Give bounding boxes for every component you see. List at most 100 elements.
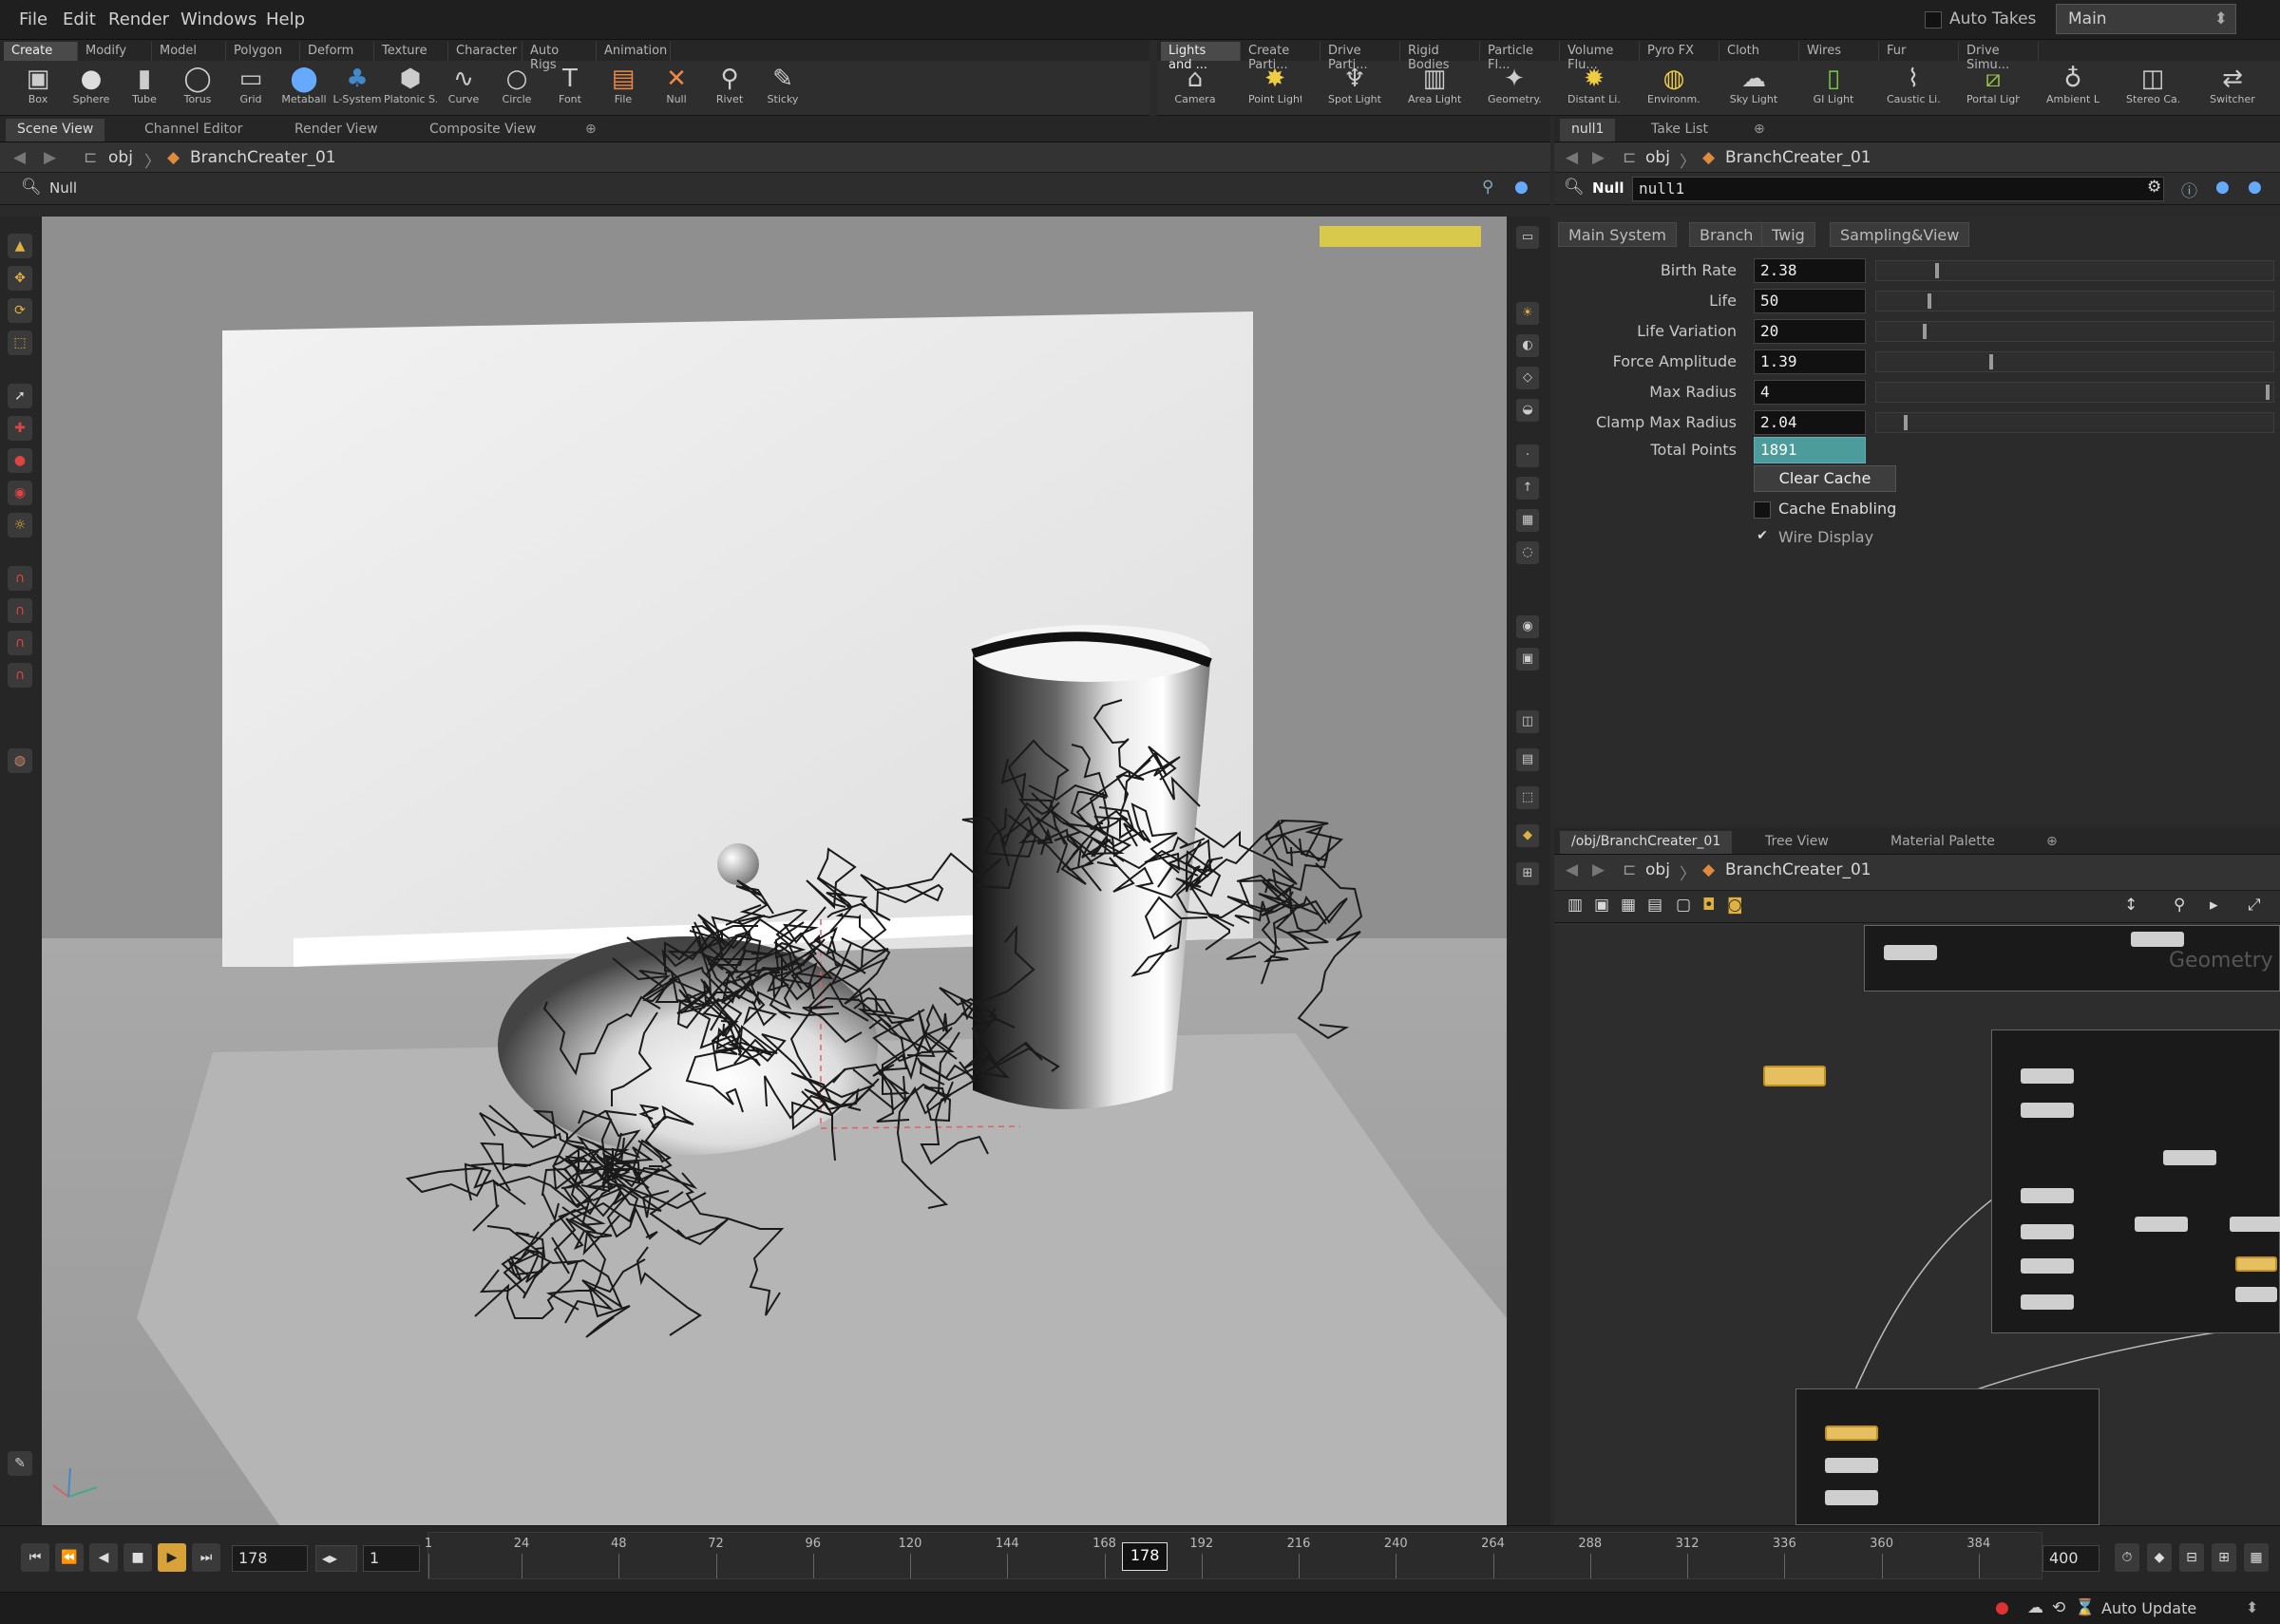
help-icon[interactable]: ● — [2215, 178, 2230, 197]
search-icon[interactable]: 🔍︎ — [21, 178, 42, 197]
shape-palette-icon[interactable]: ◙ — [1727, 896, 1743, 915]
search-icon[interactable]: 🔍︎ — [1564, 178, 1585, 197]
template-icon[interactable]: ▣ — [1516, 648, 1539, 670]
grid-icon[interactable]: ▤ — [1647, 896, 1662, 915]
tab-composite-view[interactable]: Composite View — [418, 119, 547, 142]
brush-tool-icon[interactable]: ● — [8, 448, 32, 473]
shelf-left-tab[interactable]: Polygon — [226, 42, 300, 61]
menu-render[interactable]: Render — [108, 9, 169, 29]
snapshot-icon[interactable]: ◫ — [1516, 710, 1539, 733]
shelf-right-tab[interactable]: Create Parti... — [1241, 42, 1320, 72]
shelf-right-tab[interactable]: Fur — [1879, 42, 1959, 61]
snap-prim-icon[interactable]: ∩ — [8, 663, 32, 688]
shelf-right-tool[interactable]: ✸ Point Light — [1248, 65, 1302, 114]
frame-step-field[interactable]: 1 — [363, 1545, 420, 1572]
menu-help[interactable]: Help — [266, 9, 305, 29]
shelf-left-tool[interactable]: ⚲ Rivet — [703, 65, 756, 114]
wire-display-checkbox[interactable]: ✔ — [1754, 528, 1771, 545]
shelf-right-tab[interactable]: Lights and ... — [1161, 42, 1241, 72]
param-field[interactable]: 4 — [1754, 380, 1866, 405]
tab-sampling-view[interactable]: Sampling&View — [1830, 222, 1970, 247]
network-node[interactable] — [1825, 1426, 1878, 1441]
error-icon[interactable]: ● — [1995, 1598, 2009, 1617]
total-points-field[interactable]: 1891 — [1754, 437, 1866, 463]
take-selector[interactable]: Main ⬍ — [2056, 4, 2236, 34]
shelf-right-tool[interactable]: ♁Ambient L... — [2046, 65, 2100, 114]
shelf-left-tool[interactable]: ▤ File — [597, 65, 650, 114]
back-arrow-icon[interactable]: ◀ — [1566, 148, 1578, 167]
shelf-left-tool[interactable]: ∿ Curve — [437, 65, 490, 114]
param-field[interactable]: 1.39 — [1754, 349, 1866, 374]
shelf-right-tool[interactable]: ⌇Caustic Li... — [1887, 65, 1940, 114]
render-icon[interactable]: ◆ — [1516, 824, 1539, 847]
zoom-icon[interactable]: ⚲ — [2174, 896, 2185, 915]
param-slider[interactable] — [1875, 412, 2274, 433]
shelf-right-tool[interactable]: ⌂ Camera — [1168, 65, 1222, 114]
param-slider[interactable] — [1875, 321, 2274, 342]
color-palette-icon[interactable]: ◘ — [1702, 896, 1715, 915]
magnet-icon[interactable]: ∩ — [8, 566, 32, 591]
step-back-button[interactable]: ⏪ — [55, 1543, 84, 1572]
tab-take-list[interactable]: Take List — [1640, 119, 1720, 142]
help-icon[interactable]: ● — [1514, 178, 1529, 197]
path-root[interactable]: obj — [108, 148, 133, 167]
shelf-left-tool[interactable]: ✎ Sticky — [756, 65, 809, 114]
stop-button[interactable]: ■ — [124, 1543, 152, 1572]
points-icon[interactable]: · — [1516, 444, 1539, 467]
tab-channel-editor[interactable]: Channel Editor — [133, 119, 254, 142]
shelf-left-tab[interactable]: Animation — [597, 42, 671, 61]
shelf-right-tab[interactable]: Pyro FX — [1640, 42, 1720, 61]
end-frame-field[interactable]: 400 — [2042, 1545, 2100, 1572]
network-view[interactable]: Geometry — [1554, 925, 2280, 1525]
layout-icon[interactable]: ▦ — [1621, 896, 1636, 915]
network-node[interactable] — [1825, 1490, 1878, 1505]
shelf-right-tool[interactable]: ◍Environm... — [1647, 65, 1700, 114]
flag-icon[interactable]: ▸ — [2210, 896, 2218, 915]
shelf-right-tab[interactable]: Particle Fl... — [1480, 42, 1560, 72]
clear-cache-button[interactable]: Clear Cache — [1754, 465, 1896, 492]
shelf-left-tool[interactable]: T Font — [543, 65, 597, 114]
chevron-updown-icon[interactable]: ⬍ — [2246, 1598, 2258, 1616]
shelf-left-tab[interactable]: Character — [448, 42, 522, 61]
network-node[interactable] — [2230, 1217, 2280, 1232]
shelf-right-tool[interactable]: ▯ GI Light — [1807, 65, 1860, 114]
add-tab-icon[interactable]: ⊕ — [574, 119, 608, 142]
network-node[interactable] — [1884, 945, 1937, 960]
snap-grid-icon[interactable]: ∩ — [8, 598, 32, 623]
rotate-tool-icon[interactable]: ⟳ — [8, 298, 32, 323]
shelf-right-tool[interactable]: ⧄Portal Light — [1966, 65, 2020, 114]
param-slider[interactable] — [1875, 382, 2274, 403]
normals-icon[interactable]: ↑ — [1516, 477, 1539, 500]
shelf-left-tab[interactable]: Deform — [300, 42, 374, 61]
tab-twig[interactable]: Twig — [1761, 222, 1815, 247]
path-root[interactable]: obj — [1645, 860, 1670, 879]
shelf-right-tool[interactable]: ⇄ Switcher — [2206, 65, 2259, 114]
play-button[interactable]: ▶ — [158, 1543, 186, 1572]
key-channel-icon[interactable]: ⊞ — [2212, 1543, 2236, 1572]
param-slider[interactable] — [1875, 291, 2274, 312]
slider-thumb[interactable] — [1923, 324, 1927, 339]
shading-icon[interactable]: ◒ — [1516, 399, 1539, 422]
network-node[interactable] — [2021, 1294, 2074, 1310]
shelf-right-tool[interactable]: ♆ Spot Light — [1328, 65, 1381, 114]
auto-takes-checkbox[interactable] — [1925, 11, 1942, 28]
path-node[interactable]: BranchCreater_01 — [190, 148, 336, 167]
snap-tool-icon[interactable]: ◉ — [8, 481, 32, 505]
playback-options-icon[interactable]: ▦ — [2244, 1543, 2269, 1572]
tab-branch[interactable]: Branch — [1689, 222, 1764, 247]
shelf-right-tab[interactable]: Wires — [1799, 42, 1879, 61]
light-icon[interactable]: ☀ — [1516, 302, 1539, 325]
paint-icon[interactable]: ◍ — [8, 748, 32, 773]
path-node[interactable]: BranchCreater_01 — [1725, 860, 1872, 879]
shelf-right-tool[interactable]: ✦Geometry... — [1488, 65, 1541, 114]
cloud-icon[interactable]: ☁ — [2027, 1598, 2043, 1617]
help2-icon[interactable]: ● — [2248, 178, 2262, 197]
jump-start-button[interactable]: ⏮ — [21, 1543, 49, 1572]
shelf-right-tab[interactable]: Rigid Bodies — [1400, 42, 1480, 72]
add-tab-icon[interactable]: ⊕ — [1742, 119, 1776, 142]
shelf-left-tab[interactable]: Auto Rigs — [522, 42, 597, 72]
path-root[interactable]: obj — [1645, 148, 1670, 167]
cache-enabling-checkbox[interactable] — [1754, 501, 1771, 519]
display-options-icon[interactable]: ▭ — [1516, 226, 1539, 249]
timeline-current-frame[interactable]: 178 — [1122, 1542, 1168, 1571]
